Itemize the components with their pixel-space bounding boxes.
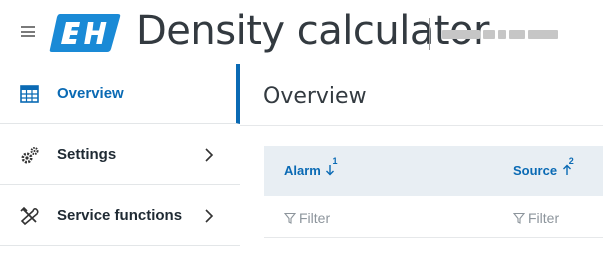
- menu-hamburger-icon[interactable]: [21, 26, 35, 37]
- filter-icon: [284, 212, 296, 224]
- sidebar-item-label: Settings: [57, 146, 117, 163]
- app-title: Density calculator: [136, 8, 489, 54]
- filter-placeholder: Filter: [528, 210, 560, 226]
- sort-order-badge: 1: [332, 156, 338, 166]
- alarm-table: Alarm 1 Source 2 Filter Filter: [264, 146, 603, 238]
- column-header-alarm[interactable]: Alarm 1: [284, 156, 339, 178]
- gears-icon: [21, 147, 39, 164]
- app-header: Density calculator: [0, 0, 603, 64]
- filter-icon: [513, 212, 525, 224]
- sidebar-item-label: Service functions: [57, 207, 183, 224]
- title-divider: [429, 18, 430, 50]
- column-header-source[interactable]: Source 2: [513, 156, 576, 178]
- chevron-right-icon: [205, 209, 214, 223]
- brand-logo: [49, 14, 121, 52]
- filter-placeholder: Filter: [299, 210, 331, 226]
- sidebar-item-service-functions[interactable]: Service functions: [0, 186, 240, 246]
- filter-input-source[interactable]: Filter: [513, 210, 559, 226]
- device-tag-redacted: [442, 29, 558, 39]
- sidebar-item-settings[interactable]: Settings: [0, 125, 240, 185]
- column-header-label: Source: [513, 163, 558, 178]
- page-title: Overview: [263, 84, 367, 109]
- sidebar-item-overview[interactable]: Overview: [0, 64, 240, 124]
- sidebar-item-label: Overview: [57, 85, 124, 102]
- divider: [240, 125, 603, 126]
- column-header-label: Alarm: [284, 163, 321, 178]
- sidebar: Overview Settings Service functions: [0, 64, 240, 260]
- wrench-screwdriver-icon: [20, 206, 39, 226]
- table-filter-row: Filter Filter: [264, 196, 603, 238]
- grid-table-icon: [20, 85, 39, 103]
- filter-input-alarm[interactable]: Filter: [284, 210, 330, 226]
- sort-ascending-icon: 2: [562, 156, 576, 177]
- table-header-row: Alarm 1 Source 2: [264, 146, 603, 196]
- sort-order-badge: 2: [568, 156, 574, 166]
- chevron-right-icon: [205, 148, 214, 162]
- sort-descending-icon: 1: [325, 156, 339, 177]
- main-content: Overview Alarm 1 Source 2 Filter Filter: [240, 64, 603, 260]
